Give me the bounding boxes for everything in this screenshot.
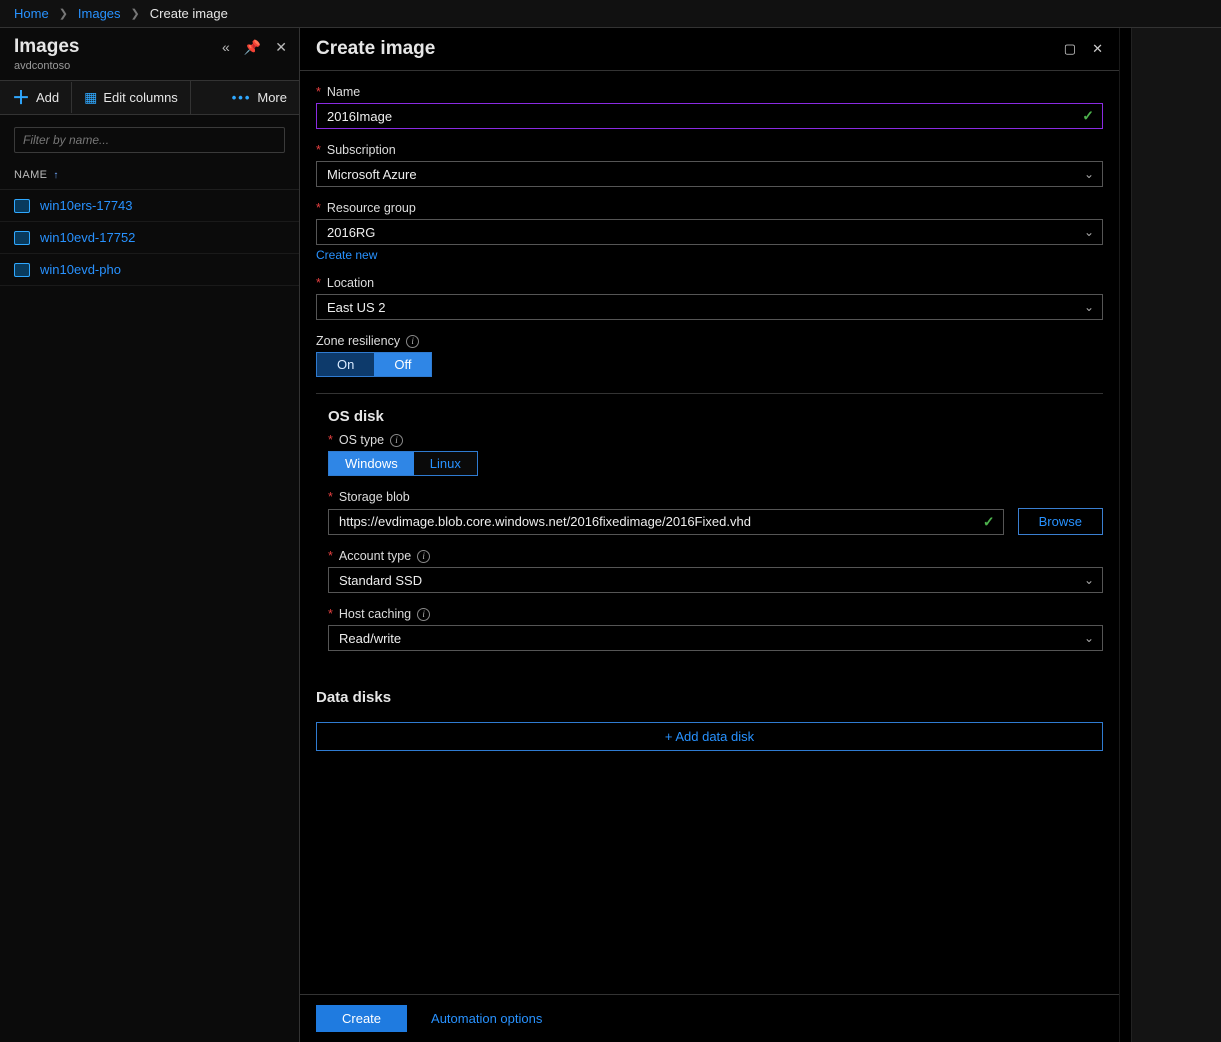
form-title: Create image xyxy=(316,38,435,60)
zone-toggle[interactable]: On Off xyxy=(316,352,432,377)
chevron-down-icon: ⌄ xyxy=(1084,225,1094,239)
pin-icon[interactable]: 📌 xyxy=(244,39,261,56)
os-disk-title: OS disk xyxy=(328,408,1103,425)
more-button[interactable]: ••• More xyxy=(220,82,299,113)
chevron-down-icon: ⌄ xyxy=(1084,167,1094,181)
collapse-icon[interactable]: « xyxy=(222,39,230,56)
info-icon[interactable]: i xyxy=(390,434,403,447)
form-footer: Create Automation options xyxy=(300,994,1119,1042)
info-icon[interactable]: i xyxy=(417,550,430,563)
info-icon[interactable]: i xyxy=(406,335,419,348)
subscription-select[interactable]: Microsoft Azure ⌄ xyxy=(316,161,1103,187)
add-data-disk-button[interactable]: + Add data disk xyxy=(316,722,1103,751)
location-label: Location xyxy=(327,276,374,290)
required-icon: * xyxy=(328,607,333,621)
breadcrumb-images[interactable]: Images xyxy=(78,6,121,21)
name-label: Name xyxy=(327,85,360,99)
os-linux[interactable]: Linux xyxy=(414,452,477,475)
host-caching-select[interactable]: Read/write ⌄ xyxy=(328,625,1103,651)
create-image-panel: Create image ▢ ✕ * Name 2016Image ✓ * Su… xyxy=(300,28,1131,1042)
storage-blob-label: Storage blob xyxy=(339,490,410,504)
storage-blob-input[interactable]: https://evdimage.blob.core.windows.net/2… xyxy=(328,509,1004,535)
column-header[interactable]: NAME ↑ xyxy=(0,161,299,190)
os-windows[interactable]: Windows xyxy=(329,452,414,475)
required-icon: * xyxy=(316,143,321,157)
account-type-value: Standard SSD xyxy=(339,573,422,588)
required-icon: * xyxy=(316,276,321,290)
zone-label: Zone resiliency xyxy=(316,334,400,348)
list-item[interactable]: win10evd-pho xyxy=(0,254,299,286)
account-type-select[interactable]: Standard SSD ⌄ xyxy=(328,567,1103,593)
panel-title: Images xyxy=(14,36,79,58)
name-value: 2016Image xyxy=(327,109,392,124)
filter-input[interactable]: Filter by name... xyxy=(14,127,285,153)
os-type-toggle[interactable]: Windows Linux xyxy=(328,451,478,476)
list-item[interactable]: win10ers-17743 xyxy=(0,190,299,222)
os-type-label: OS type xyxy=(339,433,384,447)
images-list: win10ers-17743 win10evd-17752 win10evd-p… xyxy=(0,190,299,286)
resource-group-value: 2016RG xyxy=(327,225,375,240)
check-icon: ✓ xyxy=(1082,108,1094,125)
image-icon xyxy=(14,199,30,213)
maximize-icon[interactable]: ▢ xyxy=(1064,41,1076,57)
subscription-label: Subscription xyxy=(327,143,396,157)
sort-asc-icon: ↑ xyxy=(53,170,58,181)
add-label: Add xyxy=(36,90,59,105)
account-type-label: Account type xyxy=(339,549,411,563)
host-caching-value: Read/write xyxy=(339,631,401,646)
right-gutter xyxy=(1131,28,1221,1042)
add-button[interactable]: ＋ Add xyxy=(0,82,72,113)
close-icon[interactable]: ✕ xyxy=(1092,41,1103,57)
chevron-right-icon: ❯ xyxy=(59,7,68,20)
required-icon: * xyxy=(316,85,321,99)
zone-off[interactable]: Off xyxy=(374,353,431,376)
location-select[interactable]: East US 2 ⌄ xyxy=(316,294,1103,320)
create-button[interactable]: Create xyxy=(316,1005,407,1032)
required-icon: * xyxy=(328,490,333,504)
os-disk-section: OS disk * OS type i Windows Linux * Stor… xyxy=(316,393,1103,671)
required-icon: * xyxy=(328,549,333,563)
data-disks-title: Data disks xyxy=(316,689,1103,706)
check-icon: ✓ xyxy=(983,513,995,530)
edit-columns-button[interactable]: ▦ Edit columns xyxy=(72,81,191,114)
image-name: win10ers-17743 xyxy=(40,198,133,213)
name-input[interactable]: 2016Image ✓ xyxy=(316,103,1103,129)
resource-group-select[interactable]: 2016RG ⌄ xyxy=(316,219,1103,245)
zone-on[interactable]: On xyxy=(317,353,374,376)
required-icon: * xyxy=(328,433,333,447)
more-label: More xyxy=(257,90,287,105)
browse-button[interactable]: Browse xyxy=(1018,508,1103,535)
subscription-value: Microsoft Azure xyxy=(327,167,417,182)
location-value: East US 2 xyxy=(327,300,386,315)
chevron-down-icon: ⌄ xyxy=(1084,631,1094,645)
automation-options-link[interactable]: Automation options xyxy=(431,1011,542,1026)
required-icon: * xyxy=(316,201,321,215)
image-icon xyxy=(14,231,30,245)
image-name: win10evd-pho xyxy=(40,262,121,277)
create-new-link[interactable]: Create new xyxy=(316,248,377,262)
chevron-right-icon: ❯ xyxy=(131,7,140,20)
edit-columns-label: Edit columns xyxy=(103,90,177,105)
chevron-down-icon: ⌄ xyxy=(1084,573,1094,587)
close-icon[interactable]: ✕ xyxy=(275,39,287,56)
image-name: win10evd-17752 xyxy=(40,230,135,245)
ellipsis-icon: ••• xyxy=(232,90,252,105)
image-icon xyxy=(14,263,30,277)
breadcrumb-home[interactable]: Home xyxy=(14,6,49,21)
panel-subtitle: avdcontoso xyxy=(0,60,299,80)
breadcrumb-current: Create image xyxy=(150,6,228,21)
column-name-label: NAME xyxy=(14,169,47,181)
resource-group-label: Resource group xyxy=(327,201,416,215)
breadcrumb: Home ❯ Images ❯ Create image xyxy=(0,0,1221,28)
images-panel: Images « 📌 ✕ avdcontoso ＋ Add ▦ Edit col… xyxy=(0,28,300,1042)
chevron-down-icon: ⌄ xyxy=(1084,300,1094,314)
list-item[interactable]: win10evd-17752 xyxy=(0,222,299,254)
storage-blob-value: https://evdimage.blob.core.windows.net/2… xyxy=(339,514,751,529)
host-caching-label: Host caching xyxy=(339,607,411,621)
columns-icon: ▦ xyxy=(84,89,97,106)
images-toolbar: ＋ Add ▦ Edit columns ••• More xyxy=(0,80,299,115)
info-icon[interactable]: i xyxy=(417,608,430,621)
